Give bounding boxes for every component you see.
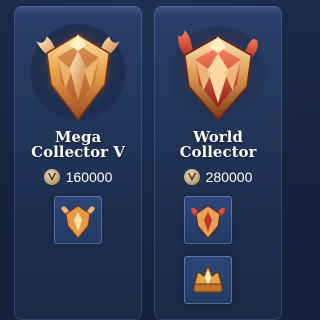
v-coin-icon [43, 169, 60, 185]
price-row: 280000 [154, 169, 282, 185]
card-sheen [154, 6, 282, 16]
reward-item-slot[interactable] [54, 196, 102, 244]
avatar-border-icon [193, 264, 223, 293]
price-value: 280000 [205, 169, 253, 185]
reward-card-world-collector[interactable]: World Collector 280000 [154, 6, 282, 320]
reward-title: Mega Collector V [31, 128, 125, 161]
price-value: 160000 [65, 169, 113, 185]
reward-item-slot[interactable] [184, 256, 232, 304]
price-row: 160000 [14, 169, 142, 185]
mega-collector-emblem-icon [30, 24, 126, 122]
emblem-small-icon [191, 205, 225, 239]
v-coin-icon [183, 169, 200, 185]
card-sheen [14, 6, 142, 16]
reward-card-mega-collector[interactable]: Mega Collector V 160000 [14, 6, 142, 320]
reward-item-slot[interactable] [184, 196, 232, 244]
world-collector-emblem-icon [170, 26, 266, 122]
emblem-small-icon [61, 205, 95, 239]
reward-title: World Collector [179, 128, 257, 161]
